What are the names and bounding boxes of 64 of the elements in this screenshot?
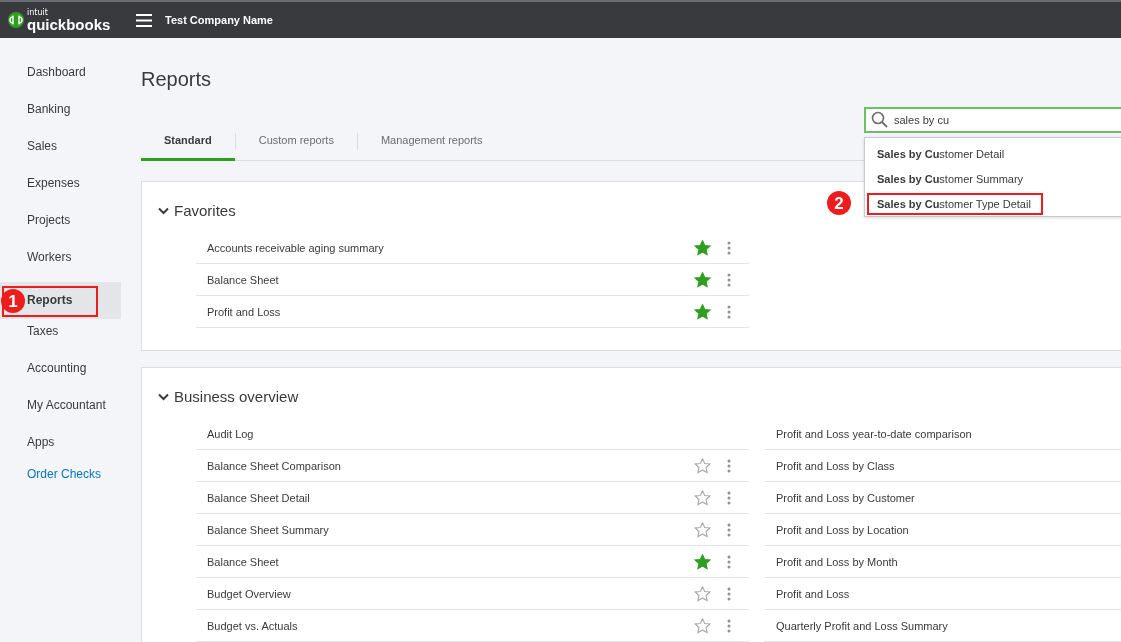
section-title: Business overview xyxy=(174,388,299,405)
report-tab[interactable]: Custom reports xyxy=(235,122,357,161)
report-link[interactable]: Profit and Loss by Class xyxy=(776,459,1121,472)
star-icon[interactable] xyxy=(694,271,711,288)
star-icon[interactable] xyxy=(694,489,711,506)
chevron-icon[interactable] xyxy=(158,206,169,215)
more-icon[interactable] xyxy=(727,272,731,287)
sidebar-item[interactable]: My Accountant xyxy=(0,393,121,430)
order-checks-link[interactable]: Order Checks xyxy=(0,467,121,481)
logo-tagline: intuit xyxy=(27,8,49,17)
star-icon[interactable] xyxy=(694,521,711,538)
sidebar-item[interactable]: Apps xyxy=(0,430,121,467)
report-link[interactable]: Profit and Loss xyxy=(207,305,694,318)
logo-icon xyxy=(8,12,24,28)
sidebar-item[interactable]: Taxes xyxy=(0,319,121,356)
chevron-icon[interactable] xyxy=(158,392,169,401)
search-field[interactable]: sales by cu xyxy=(864,107,1121,133)
report-link[interactable]: Profit and Loss year-to-date comparison xyxy=(776,427,1121,440)
report-link[interactable]: Audit Log xyxy=(207,427,749,440)
more-icon[interactable] xyxy=(727,490,731,505)
report-link[interactable]: Profit and Loss by Month xyxy=(776,555,1121,568)
sidebar-item[interactable]: Projects xyxy=(0,208,121,245)
sidebar-item[interactable]: Banking xyxy=(0,97,121,134)
sidebar-item[interactable]: Accounting xyxy=(0,356,121,393)
star-icon[interactable] xyxy=(694,585,711,602)
more-icon[interactable] xyxy=(727,522,731,537)
star-icon[interactable] xyxy=(694,553,711,570)
report-link[interactable]: Profit and Loss by Customer xyxy=(776,491,1121,504)
report-link[interactable]: Balance Sheet xyxy=(207,273,694,286)
suggestion-item[interactable]: Sales by Customer Summary xyxy=(867,167,1036,190)
sidebar-item[interactable]: Expenses xyxy=(0,171,121,208)
menu-icon[interactable] xyxy=(136,13,152,27)
star-icon[interactable] xyxy=(694,457,711,474)
star-icon[interactable] xyxy=(694,239,711,256)
sidebar-item[interactable]: Sales xyxy=(0,134,121,171)
suggestion-item[interactable]: Sales by Customer Type Detail xyxy=(867,192,1043,215)
search-icon xyxy=(871,111,888,128)
report-link[interactable]: Quarterly Profit and Loss Summary xyxy=(776,619,1121,632)
star-icon[interactable] xyxy=(694,303,711,320)
more-icon[interactable] xyxy=(727,586,731,601)
report-link[interactable]: Profit and Loss xyxy=(776,587,1121,600)
report-link[interactable]: Profit and Loss by Location xyxy=(776,523,1121,536)
more-icon[interactable] xyxy=(727,240,731,255)
star-icon[interactable] xyxy=(694,617,711,634)
sidebar-item[interactable]: Dashboard xyxy=(0,60,121,97)
more-icon[interactable] xyxy=(727,554,731,569)
report-link[interactable]: Balance Sheet Comparison xyxy=(207,459,694,472)
sidebar-item[interactable]: Workers xyxy=(0,245,121,282)
report-link[interactable]: Budget Overview xyxy=(207,587,694,600)
page-title: Reports xyxy=(141,68,212,91)
company-name: Test Company Name xyxy=(165,14,273,26)
more-icon[interactable] xyxy=(727,304,731,319)
report-link[interactable]: Accounts receivable aging summary xyxy=(207,241,694,254)
suggestion-item[interactable]: Sales by Customer Detail xyxy=(867,142,1017,165)
report-link[interactable]: Balance Sheet xyxy=(207,555,694,568)
report-link[interactable]: Balance Sheet Summary xyxy=(207,523,694,536)
report-tab[interactable]: Standard xyxy=(141,122,235,161)
more-icon[interactable] xyxy=(727,618,731,633)
report-link[interactable]: Balance Sheet Detail xyxy=(207,491,694,504)
logo-wordmark: quickbooks xyxy=(27,16,111,32)
report-link[interactable]: Budget vs. Actuals xyxy=(207,619,694,632)
report-tab[interactable]: Management reports xyxy=(357,122,506,161)
section-title: Favorites xyxy=(174,202,236,219)
more-icon[interactable] xyxy=(727,458,731,473)
